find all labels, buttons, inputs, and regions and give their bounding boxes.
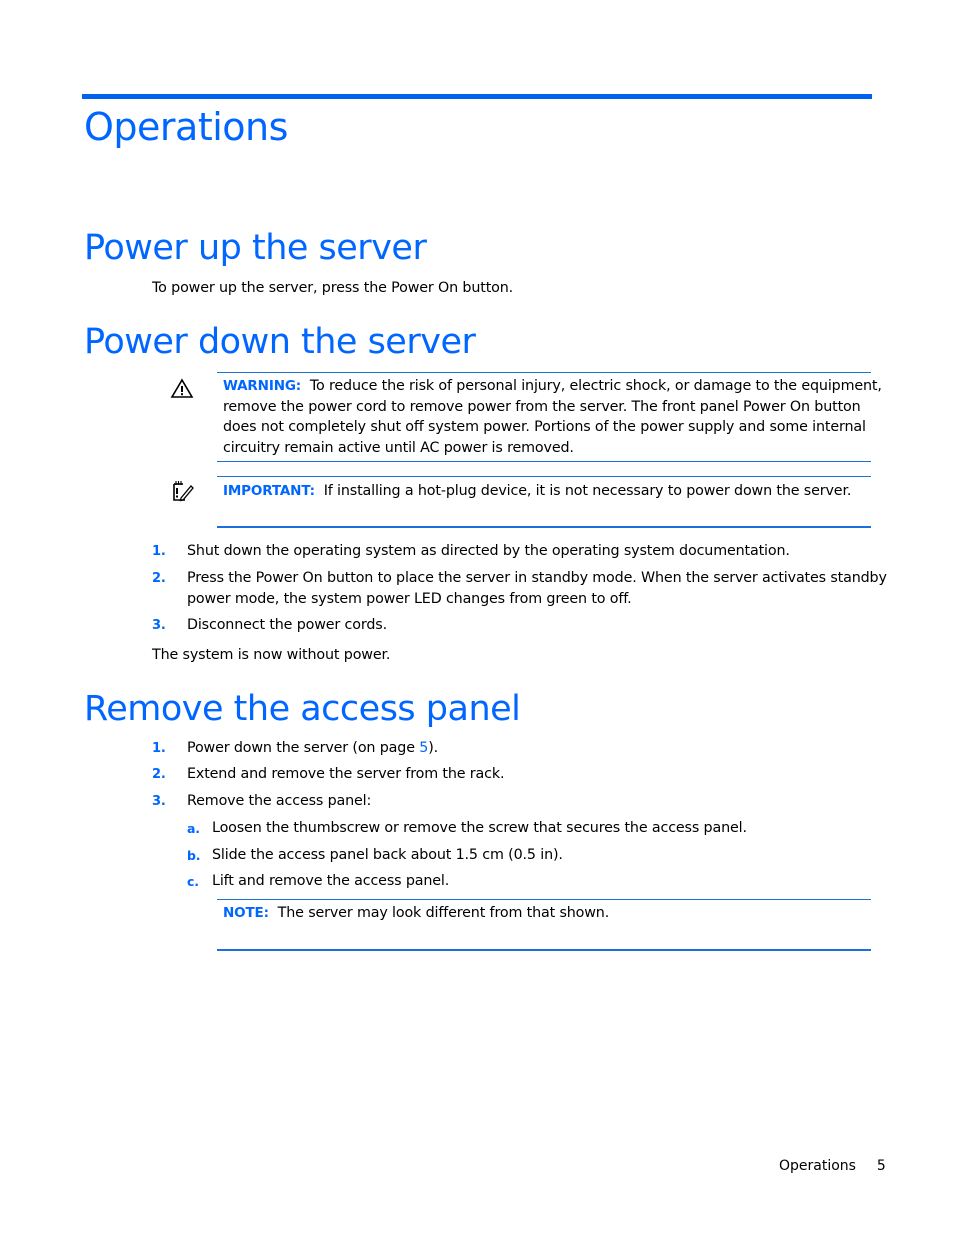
warning-line-2: remove the power cord to remove power fr… bbox=[223, 398, 861, 415]
section-heading-power-down: Power down the server bbox=[84, 322, 476, 362]
footer-section-name: Operations bbox=[779, 1158, 856, 1174]
warning-label: WARNING: bbox=[223, 378, 302, 394]
warning-line-3: does not completely shut off system powe… bbox=[223, 419, 866, 435]
note-label: NOTE: bbox=[223, 905, 269, 921]
warning-bottom-rule bbox=[217, 461, 871, 462]
page-number: 5 bbox=[876, 1158, 886, 1174]
warning-line-1: WARNING: To reduce the risk of personal … bbox=[223, 378, 882, 394]
page-reference-link[interactable]: 5 bbox=[419, 740, 428, 756]
chapter-title: Operations bbox=[84, 105, 288, 149]
note-text: NOTE: The server may look different from… bbox=[223, 905, 610, 921]
important-top-rule bbox=[217, 476, 871, 477]
important-text: IMPORTANT: If installing a hot-plug devi… bbox=[223, 483, 852, 499]
warning-triangle-icon bbox=[170, 378, 194, 400]
important-notepad-icon bbox=[171, 480, 195, 502]
page-footer: Operations 5 bbox=[779, 1158, 886, 1174]
section-heading-remove-panel: Remove the access panel bbox=[84, 689, 521, 729]
important-label: IMPORTANT: bbox=[223, 483, 315, 499]
note-top-rule bbox=[217, 899, 871, 900]
section-heading-power-up: Power up the server bbox=[84, 228, 427, 268]
note-bottom-rule bbox=[217, 949, 871, 951]
warning-top-rule bbox=[217, 372, 871, 373]
important-bottom-rule bbox=[217, 526, 871, 528]
power-up-text: To power up the server, press the Power … bbox=[152, 280, 514, 296]
power-down-conclusion: The system is now without power. bbox=[152, 647, 391, 663]
chapter-top-rule bbox=[82, 94, 872, 99]
warning-line-4: circuitry remain active until AC power i… bbox=[223, 439, 574, 456]
